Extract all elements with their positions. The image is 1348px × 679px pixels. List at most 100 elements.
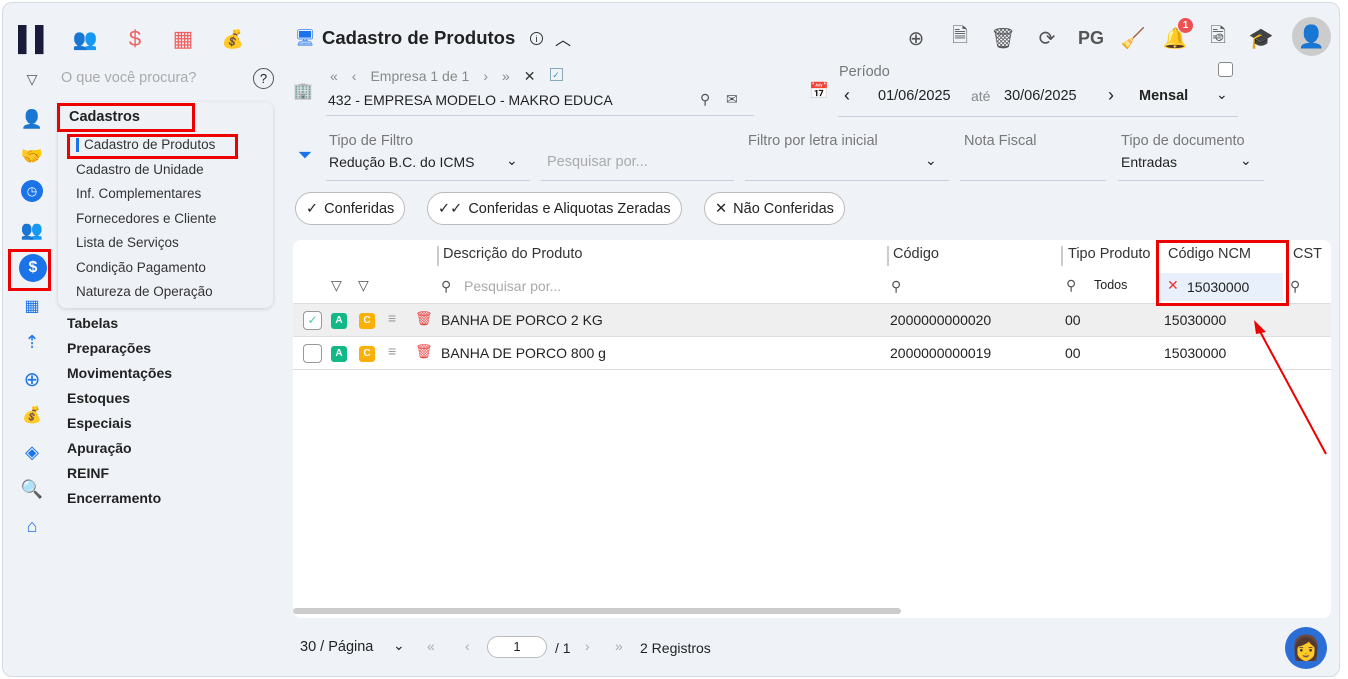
next-period-icon[interactable]: › — [1108, 85, 1114, 106]
percent-icon[interactable]: ⇡ — [20, 330, 44, 354]
section-reinf[interactable]: REINF — [67, 465, 109, 481]
graduation-cap-icon[interactable]: 🎓 — [1249, 26, 1274, 50]
trash-icon[interactable]: 🗑 — [415, 343, 433, 360]
menu-item-lista-servicos[interactable]: Lista de Serviços — [76, 235, 179, 250]
search-icon[interactable]: 🔍 — [20, 477, 44, 501]
badge-a[interactable]: A — [331, 346, 347, 362]
search-icon[interactable]: ⚲ — [1066, 277, 1076, 294]
assistant-avatar[interactable]: 👩 — [1285, 627, 1327, 669]
last-icon[interactable]: » — [502, 68, 510, 85]
period-checkbox[interactable] — [1218, 62, 1233, 77]
pg-button[interactable]: PG — [1076, 26, 1106, 50]
page-size-select[interactable]: 30 / Página — [300, 639, 373, 655]
badge-c[interactable]: C — [359, 313, 375, 329]
row-checkbox[interactable]: ✓ — [303, 311, 322, 330]
section-movimentacoes[interactable]: Movimentações — [67, 365, 172, 381]
mail-icon[interactable]: ✉ — [726, 91, 738, 108]
chip-conferidas-aliquotas-zeradas[interactable]: ✓✓ Conferidas e Aliquotas Zeradas — [427, 192, 682, 225]
section-especiais[interactable]: Especiais — [67, 415, 132, 431]
info-icon[interactable]: i — [530, 32, 543, 45]
column-header-descricao[interactable]: Descrição do Produto — [443, 246, 582, 262]
calendar-icon[interactable]: 📅 — [808, 80, 830, 102]
first-icon[interactable]: « — [330, 68, 338, 85]
menu-item-natureza-operacao[interactable]: Natureza de Operação — [76, 284, 213, 299]
column-header-tipo-produto[interactable]: Tipo Produto — [1068, 246, 1150, 262]
descricao-filter-input[interactable]: Pesquisar por... — [464, 278, 561, 294]
next-icon[interactable]: › — [483, 68, 488, 85]
table-row[interactable]: ✓ A C ≡ 🗑 BANHA DE PORCO 2 KG 2000000000… — [293, 304, 1331, 337]
tipo-filter-select[interactable]: Todos — [1094, 278, 1127, 292]
section-tabelas[interactable]: Tabelas — [67, 315, 118, 331]
column-header-cst[interactable]: CST — [1293, 246, 1322, 262]
prev-icon[interactable]: ‹ — [352, 68, 357, 85]
trash-icon[interactable]: 🗑 — [990, 26, 1015, 50]
empresa-checkbox[interactable]: ✓ — [549, 68, 563, 81]
section-apuracao[interactable]: Apuração — [67, 440, 132, 456]
home-icon[interactable]: ⌂ — [20, 514, 44, 538]
users-icon[interactable]: 👥 — [20, 218, 44, 242]
calculator-icon[interactable]: ▦ — [20, 294, 44, 318]
letra-inicial-select[interactable]: ⌄ — [745, 150, 949, 181]
date-to[interactable]: 30/06/2025 — [1004, 88, 1077, 104]
table-row[interactable]: A C ≡ 🗑 BANHA DE PORCO 800 g 20000000000… — [293, 337, 1331, 370]
search-icon[interactable]: ⚲ — [700, 91, 710, 108]
layers-icon[interactable]: ◈ — [20, 440, 44, 464]
chevron-down-icon[interactable]: ⌄ — [393, 637, 405, 654]
menu-icon[interactable]: ≡ — [388, 343, 396, 359]
section-encerramento[interactable]: Encerramento — [67, 490, 161, 506]
calculator-icon[interactable]: ▦ — [168, 24, 198, 54]
menu-item-condicao-pagamento[interactable]: Condição Pagamento — [76, 260, 206, 275]
prev-page-icon[interactable]: ‹ — [465, 638, 470, 654]
filter-icon[interactable]: ▽ — [358, 277, 369, 294]
filter-icon[interactable]: ▽ — [20, 67, 44, 91]
clock-icon[interactable]: ◷ — [21, 180, 43, 202]
filter-icon[interactable]: ⏷ — [294, 145, 316, 165]
badge-c[interactable]: C — [359, 346, 375, 362]
chevron-down-icon[interactable]: ⌄ — [1216, 86, 1228, 103]
section-estoques[interactable]: Estoques — [67, 390, 130, 406]
people-icon[interactable]: 👥 — [70, 24, 100, 54]
close-icon[interactable]: ✕ — [524, 68, 536, 85]
chip-nao-conferidas[interactable]: ✕ Não Conferidas — [704, 192, 845, 225]
menu-item-cadastro-unidade[interactable]: Cadastro de Unidade — [76, 162, 204, 177]
chip-conferidas[interactable]: ✓ Conferidas — [295, 192, 406, 225]
period-mode-select[interactable]: Mensal — [1139, 88, 1188, 104]
badge-a[interactable]: A — [331, 313, 347, 329]
trash-icon[interactable]: 🗑 — [415, 310, 433, 327]
tipo-filtro-select[interactable]: Redução B.C. do ICMS ⌄ — [326, 150, 530, 181]
menu-item-fornecedores[interactable]: Fornecedores e Cliente — [76, 211, 216, 226]
money-bag-icon[interactable]: 💰 — [20, 403, 44, 427]
row-checkbox[interactable] — [303, 344, 322, 363]
menu-icon[interactable]: ≡ — [388, 310, 396, 326]
date-from[interactable]: 01/06/2025 — [878, 88, 951, 104]
nota-fiscal-input[interactable] — [960, 150, 1106, 181]
handshake-icon[interactable]: 🤝 — [20, 144, 44, 168]
broom-icon[interactable]: 🧹 — [1121, 26, 1146, 50]
search-input[interactable]: O que você procura? — [61, 70, 196, 86]
column-header-codigo[interactable]: Código — [893, 246, 939, 262]
search-icon[interactable]: ⚲ — [891, 278, 901, 295]
add-icon[interactable]: ⊕ — [904, 26, 928, 50]
search-document-icon[interactable]: 🗟 — [1206, 25, 1230, 50]
help-icon[interactable]: ? — [253, 68, 274, 89]
section-preparacoes[interactable]: Preparações — [67, 340, 151, 356]
money-bag-icon[interactable]: 💰 — [218, 24, 248, 54]
search-icon[interactable]: ⚲ — [1290, 278, 1300, 295]
globe-icon[interactable]: ⊕ — [20, 367, 44, 391]
tipo-documento-select[interactable]: Entradas ⌄ — [1118, 150, 1264, 181]
chevron-up-icon[interactable]: ︿ — [553, 28, 573, 49]
document-icon[interactable]: 🗎 — [948, 25, 972, 50]
empresa-field[interactable]: 432 - EMPRESA MODELO - MAKRO EDUCA ⚲ ✉ — [326, 89, 754, 116]
menu-item-inf-complementares[interactable]: Inf. Complementares — [76, 186, 201, 201]
prev-period-icon[interactable]: ‹ — [844, 85, 850, 106]
next-page-icon[interactable]: › — [585, 638, 590, 654]
first-page-icon[interactable]: « — [427, 638, 435, 654]
refresh-icon[interactable]: ⟳ — [1035, 26, 1059, 50]
avatar[interactable]: 👤 — [1292, 17, 1331, 56]
user-settings-icon[interactable]: 👤 — [20, 107, 44, 131]
horizontal-scrollbar[interactable] — [293, 608, 901, 614]
dollar-icon[interactable]: $ — [120, 24, 150, 54]
last-page-icon[interactable]: » — [615, 638, 623, 654]
filter-icon[interactable]: ▽ — [331, 277, 342, 294]
page-input[interactable]: 1 — [487, 636, 547, 658]
